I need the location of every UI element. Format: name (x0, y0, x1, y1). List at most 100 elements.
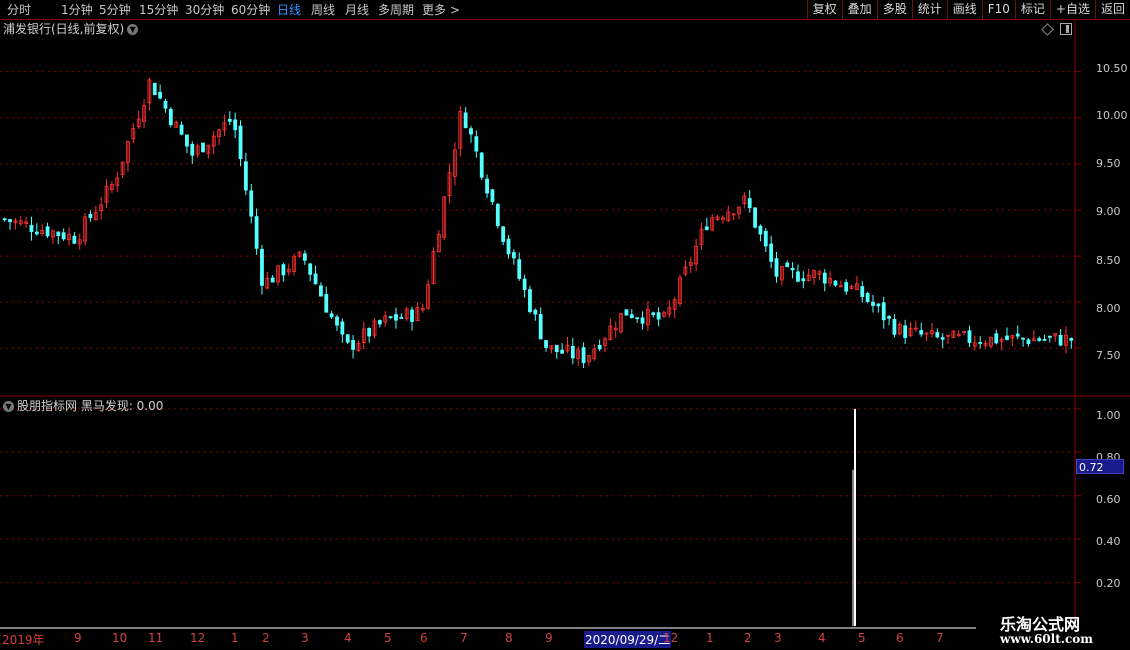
candle-body (940, 337, 945, 340)
stock-title-text: 浦发银行(日线,前复权) (3, 22, 125, 36)
chevron-down-icon[interactable]: ▼ (127, 24, 139, 35)
candle-body (747, 198, 752, 209)
candle-body (511, 252, 516, 259)
candle-body (302, 253, 307, 261)
candle-body (1026, 339, 1031, 345)
candle-body (871, 301, 875, 306)
main-chart-title[interactable]: 浦发银行(日线,前复权) ▼ (3, 21, 139, 37)
candle-body (495, 203, 500, 226)
x-axis-label: 3 (774, 631, 782, 645)
candle-body (61, 232, 66, 240)
indicator-axis-label: 0.40 (1096, 535, 1121, 548)
price-axis-label: 8.50 (1096, 254, 1121, 267)
period-tab-15min[interactable]: 15分钟 (139, 2, 178, 18)
candle-body (243, 161, 248, 191)
candle-body (351, 340, 355, 350)
candle-body (640, 317, 645, 324)
candle-body (763, 230, 768, 247)
candle-body (560, 349, 565, 354)
candle-body (399, 317, 404, 319)
indicator-current-value: 0.72 (1076, 459, 1124, 474)
x-axis-label: 1 (706, 631, 714, 645)
candle-body (152, 82, 157, 96)
candle-body (978, 342, 983, 344)
x-axis-label: 7 (936, 631, 944, 645)
period-tab-weekly[interactable]: 周线 (311, 2, 335, 18)
price-axis-label: 9.00 (1096, 205, 1121, 218)
candle-body (651, 312, 656, 315)
candle-body (528, 289, 532, 313)
candle-body (704, 226, 709, 230)
statistics-button[interactable]: 统计 (911, 0, 947, 19)
x-axis-label: 5 (858, 631, 866, 645)
candle-body (335, 316, 339, 326)
candle-body (313, 273, 318, 285)
x-axis-label: 12 (663, 631, 679, 645)
multi-stock-button[interactable]: 多股 (876, 0, 912, 19)
candle-body (329, 313, 334, 318)
candle-body (163, 100, 168, 109)
overlay-button[interactable]: 叠加 (841, 0, 877, 19)
x-axis-label: 6 (896, 631, 904, 645)
x-axis-label: 2 (744, 631, 752, 645)
candle-body (29, 224, 34, 233)
candle-body (887, 316, 891, 319)
period-tab-1min[interactable]: 1分钟 (61, 2, 93, 18)
period-tab-5min[interactable]: 5分钟 (99, 2, 131, 18)
candle-body (1037, 338, 1042, 341)
x-axis-cursor-date: 2020/09/29/二 (584, 631, 672, 648)
candle-body (994, 333, 999, 344)
chevron-down-icon[interactable]: ▼ (3, 401, 14, 412)
candle-body (324, 294, 329, 313)
period-tab-60min[interactable]: 60分钟 (231, 2, 270, 18)
period-tab-timeshare[interactable]: 分时 (7, 2, 31, 18)
period-tab-30min[interactable]: 30分钟 (185, 2, 224, 18)
indicator-title[interactable]: ▼ 股朋指标网 黑马发现: 0.00 (3, 398, 163, 414)
candle-body (260, 248, 264, 286)
candle-body (833, 280, 838, 286)
candle-body (1047, 335, 1052, 338)
period-tab-monthly[interactable]: 月线 (345, 2, 369, 18)
x-axis-label: 12 (190, 631, 206, 645)
x-axis-label: 6 (420, 631, 428, 645)
candle-body (1069, 337, 1074, 341)
period-tab-daily[interactable]: 日线 (277, 2, 301, 18)
candle-body (490, 189, 495, 203)
mark-button[interactable]: 标记 (1014, 0, 1050, 19)
restore-right-button[interactable]: 复权 (806, 0, 842, 19)
period-tab-more[interactable]: 更多 > (422, 2, 460, 18)
candle-body (624, 309, 629, 316)
price-axis-label: 8.00 (1096, 302, 1121, 315)
candle-body (860, 286, 865, 297)
candle-body (919, 330, 924, 335)
candle-body (485, 178, 489, 194)
candle-body (34, 231, 39, 235)
candle-body (308, 263, 313, 275)
candle-body (881, 302, 886, 321)
candle-body (967, 330, 972, 344)
candle-body (538, 314, 543, 340)
period-tab-multi[interactable]: 多周期 (378, 2, 414, 18)
candle-body (394, 314, 398, 321)
candle-body (410, 309, 414, 322)
watermark-url: www.60lt.com (1000, 632, 1093, 646)
panel-toggle-icon[interactable] (1060, 23, 1072, 35)
back-button[interactable]: 返回 (1094, 0, 1130, 19)
candle-body (474, 136, 479, 152)
x-axis-label: 8 (505, 631, 513, 645)
draw-line-button[interactable]: 画线 (946, 0, 982, 19)
candle-body (1015, 333, 1020, 337)
candle-body (570, 346, 575, 359)
candle-body (463, 112, 468, 129)
candle-body (367, 328, 372, 337)
candle-body (517, 259, 522, 279)
f10-button[interactable]: F10 (981, 0, 1015, 19)
candle-body (185, 134, 189, 147)
candle-body (340, 321, 345, 335)
candle-body (270, 277, 275, 283)
indicator-axis-label: 1.00 (1096, 409, 1121, 422)
candle-body (796, 271, 800, 282)
candle-body (190, 143, 195, 156)
candle-body (8, 219, 12, 223)
add-watchlist-button[interactable]: +自选 (1049, 0, 1095, 19)
